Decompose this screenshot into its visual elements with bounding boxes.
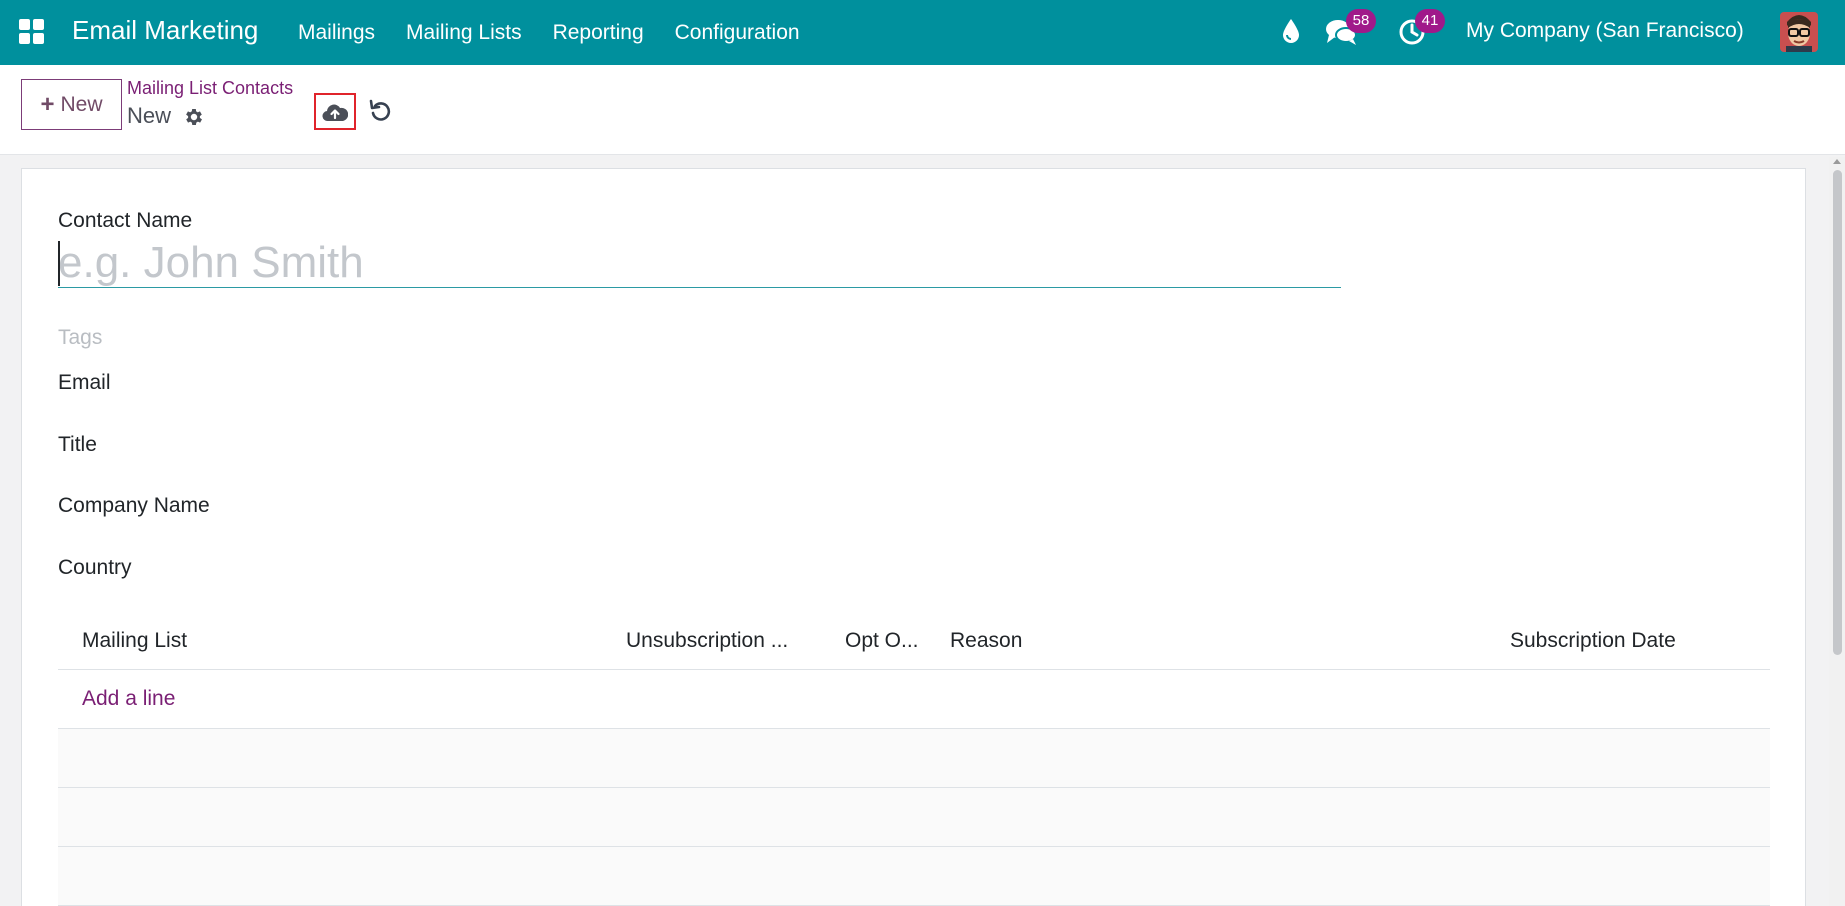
vertical-scrollbar[interactable]	[1829, 157, 1845, 906]
save-button[interactable]	[314, 93, 356, 130]
top-navbar: Email Marketing Mailings Mailing Lists R…	[0, 0, 1845, 65]
record-title: New	[127, 103, 172, 128]
table-row	[58, 847, 1770, 906]
column-unsubscription-date[interactable]: Unsubscription ...	[626, 629, 788, 653]
water-drop-icon[interactable]	[1281, 18, 1301, 44]
form-sheet: Contact Name Tags Email Title Company Na…	[21, 168, 1806, 906]
add-line-row: Add a line	[58, 670, 1770, 729]
new-button[interactable]: + New	[21, 79, 122, 130]
title-label: Title	[58, 433, 97, 456]
control-panel: + New Mailing List Contacts New	[0, 65, 1845, 155]
new-button-label: New	[60, 92, 103, 116]
company-name-label: Company Name	[58, 494, 210, 517]
apps-grid-icon[interactable]	[19, 19, 45, 45]
country-label: Country	[58, 556, 132, 579]
plus-icon: +	[40, 90, 55, 118]
table-row	[58, 788, 1770, 847]
cloud-upload-icon	[322, 104, 348, 121]
app-name[interactable]: Email Marketing	[72, 15, 258, 46]
contact-name-label: Contact Name	[58, 209, 193, 232]
messages-count-badge: 58	[1346, 9, 1376, 33]
email-label: Email	[58, 371, 111, 394]
add-a-line-link[interactable]: Add a line	[82, 687, 175, 711]
text-cursor	[58, 241, 60, 286]
column-opt-out[interactable]: Opt O...	[845, 629, 919, 653]
menu-item-mailings[interactable]: Mailings	[298, 21, 375, 45]
undo-icon[interactable]	[368, 97, 394, 125]
company-switcher[interactable]: My Company (San Francisco)	[1466, 19, 1744, 43]
menu-item-mailing-lists[interactable]: Mailing Lists	[406, 21, 522, 45]
column-mailing-list[interactable]: Mailing List	[82, 629, 187, 653]
table-header: Mailing List Unsubscription ... Opt O...…	[58, 614, 1770, 670]
gear-icon[interactable]	[183, 106, 205, 128]
column-subscription-date[interactable]: Subscription Date	[1510, 629, 1676, 653]
menu-item-reporting[interactable]: Reporting	[553, 21, 644, 45]
contact-name-input[interactable]	[58, 238, 1341, 288]
table-row	[58, 729, 1770, 788]
breadcrumb-mailing-list-contacts[interactable]: Mailing List Contacts	[127, 78, 293, 99]
scrollbar-thumb[interactable]	[1833, 170, 1842, 655]
subscriptions-table: Mailing List Unsubscription ... Opt O...…	[58, 614, 1770, 906]
activities-count-badge: 41	[1415, 9, 1445, 33]
scroll-up-icon[interactable]	[1833, 159, 1841, 164]
user-avatar[interactable]	[1780, 12, 1818, 52]
column-reason[interactable]: Reason	[950, 629, 1022, 653]
menu-item-configuration[interactable]: Configuration	[675, 21, 800, 45]
tags-field[interactable]: Tags	[58, 326, 102, 350]
main-menu: Mailings Mailing Lists Reporting Configu…	[298, 0, 831, 65]
